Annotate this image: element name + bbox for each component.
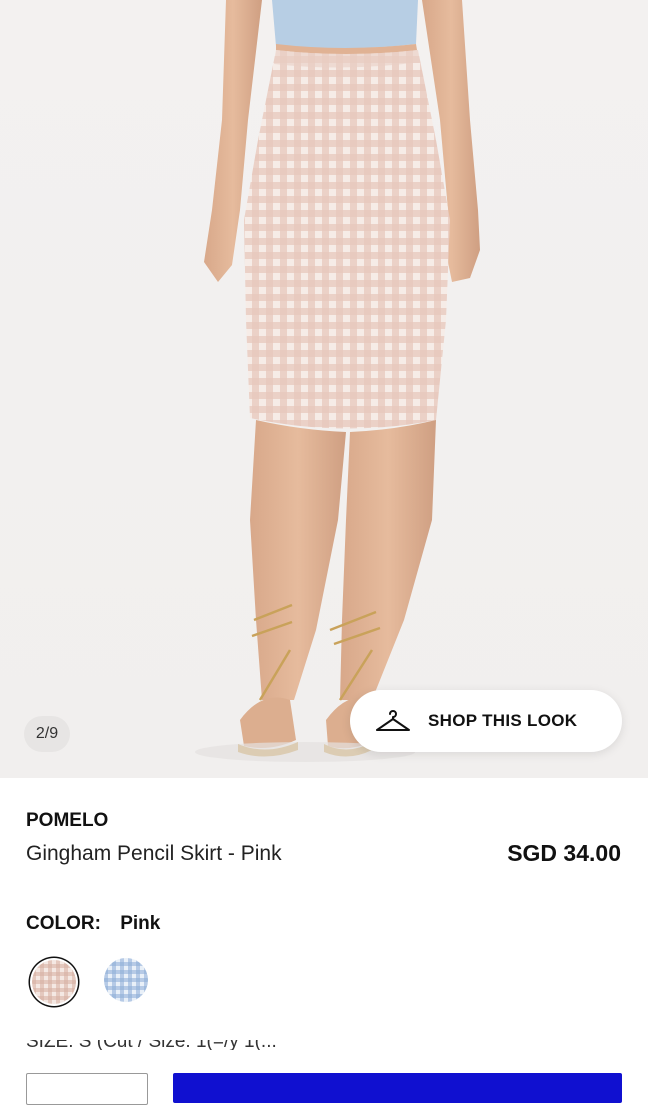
image-counter: 2/9 bbox=[24, 716, 70, 752]
quantity-selector[interactable] bbox=[26, 1073, 148, 1105]
color-swatch-blue[interactable] bbox=[104, 958, 148, 1002]
color-swatch-pink[interactable] bbox=[32, 960, 76, 1004]
brand-name[interactable]: POMELO bbox=[26, 810, 108, 832]
size-label-partial: SIZE: S (Cut / Size: 1(=/y 1(... bbox=[26, 1040, 326, 1050]
shop-this-look-label: SHOP THIS LOOK bbox=[428, 711, 578, 730]
product-image[interactable]: 2/9 SHOP THIS LOOK bbox=[0, 0, 648, 778]
product-photo-illustration bbox=[195, 0, 480, 762]
hanger-icon bbox=[376, 710, 410, 731]
product-title: Gingham Pencil Skirt - Pink bbox=[26, 842, 282, 865]
add-to-bag-button[interactable] bbox=[173, 1073, 622, 1103]
shop-this-look-button[interactable]: SHOP THIS LOOK bbox=[350, 690, 622, 752]
selected-color-value: Pink bbox=[120, 913, 161, 934]
color-selector-label: COLOR: Pink bbox=[26, 913, 160, 935]
product-price: SGD 34.00 bbox=[507, 840, 621, 866]
size-selector-label: SIZE: S (Cut / Size: 1(=/y 1(... bbox=[26, 1040, 326, 1050]
color-label: COLOR: bbox=[26, 913, 101, 934]
